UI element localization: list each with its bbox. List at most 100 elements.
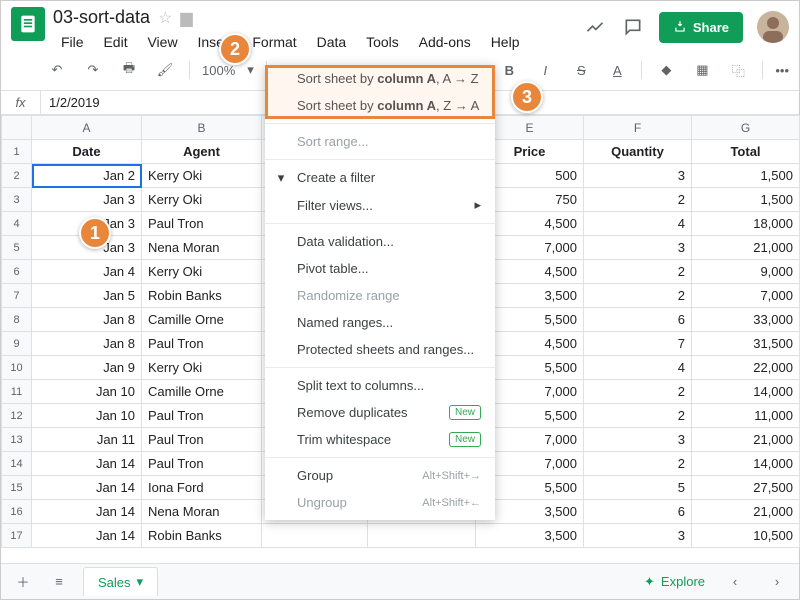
cell[interactable]: 11,000 xyxy=(692,404,800,428)
cell[interactable]: Jan 10 xyxy=(32,380,142,404)
menu-tools[interactable]: Tools xyxy=(358,30,407,54)
cell[interactable]: 18,000 xyxy=(692,212,800,236)
explore-button[interactable]: ✦Explore xyxy=(644,574,705,590)
cell[interactable]: Kerry Oki xyxy=(142,260,262,284)
dd-remove-duplicates[interactable]: Remove duplicatesNew xyxy=(265,399,495,426)
doc-title[interactable]: 03-sort-data xyxy=(53,7,150,28)
col-G[interactable]: G xyxy=(692,116,800,140)
cell[interactable]: 14,000 xyxy=(692,452,800,476)
redo-icon[interactable]: ↷ xyxy=(81,58,105,82)
cell[interactable]: 6 xyxy=(584,500,692,524)
cell[interactable]: Jan 14 xyxy=(32,500,142,524)
strike-icon[interactable]: S xyxy=(569,58,593,82)
dd-filter-views[interactable]: Filter views...▸ xyxy=(265,191,495,219)
cell[interactable]: Jan 8 xyxy=(32,332,142,356)
dd-protected[interactable]: Protected sheets and ranges... xyxy=(265,336,495,363)
cell[interactable] xyxy=(262,524,368,548)
cell[interactable]: 7 xyxy=(584,332,692,356)
text-color-icon[interactable]: A xyxy=(605,58,629,82)
cell[interactable]: Iona Ford xyxy=(142,476,262,500)
cell[interactable]: Kerry Oki xyxy=(142,188,262,212)
cell[interactable]: 6 xyxy=(584,308,692,332)
share-button[interactable]: Share xyxy=(659,12,743,43)
italic-icon[interactable]: I xyxy=(533,58,557,82)
nav-right-icon[interactable]: › xyxy=(765,570,789,594)
cell[interactable]: Robin Banks xyxy=(142,284,262,308)
menu-file[interactable]: File xyxy=(53,30,92,54)
cell[interactable]: 2 xyxy=(584,260,692,284)
dd-named-ranges[interactable]: Named ranges... xyxy=(265,309,495,336)
star-icon[interactable]: ☆ xyxy=(158,8,172,28)
comment-icon[interactable] xyxy=(621,15,645,39)
cell[interactable]: Kerry Oki xyxy=(142,164,262,188)
dd-data-validation[interactable]: Data validation... xyxy=(265,228,495,255)
undo-icon[interactable]: ↶ xyxy=(45,58,69,82)
all-sheets-icon[interactable]: ≡ xyxy=(47,570,71,594)
cell[interactable]: 1,500 xyxy=(692,188,800,212)
menu-edit[interactable]: Edit xyxy=(95,30,135,54)
cell[interactable]: 4 xyxy=(584,356,692,380)
cell[interactable]: Jan 9 xyxy=(32,356,142,380)
cell[interactable]: 5 xyxy=(584,476,692,500)
cell[interactable]: 22,000 xyxy=(692,356,800,380)
cell[interactable]: 33,000 xyxy=(692,308,800,332)
col-A[interactable]: A xyxy=(32,116,142,140)
cell[interactable]: Jan 8 xyxy=(32,308,142,332)
dd-trim-whitespace[interactable]: Trim whitespaceNew xyxy=(265,426,495,453)
avatar[interactable] xyxy=(757,11,789,43)
cell[interactable]: 3 xyxy=(584,164,692,188)
cell[interactable]: Jan 14 xyxy=(32,452,142,476)
dd-sort-az[interactable]: Sort sheet by column A, A → Z xyxy=(265,65,495,92)
cell[interactable]: 1,500 xyxy=(692,164,800,188)
folder-icon[interactable]: ▆ xyxy=(180,8,192,28)
cell[interactable]: Paul Tron xyxy=(142,212,262,236)
col-B[interactable]: B xyxy=(142,116,262,140)
cell[interactable]: 3 xyxy=(584,524,692,548)
more-icon[interactable]: ••• xyxy=(775,63,789,78)
cell[interactable]: 2 xyxy=(584,188,692,212)
cell[interactable]: Jan 2 xyxy=(32,164,142,188)
cell[interactable]: Paul Tron xyxy=(142,452,262,476)
cell[interactable]: 14,000 xyxy=(692,380,800,404)
menu-format[interactable]: Format xyxy=(244,30,304,54)
print-icon[interactable]: 🖶 xyxy=(117,58,141,82)
fill-icon[interactable]: ◆ xyxy=(654,58,678,82)
add-sheet-icon[interactable]: ＋ xyxy=(11,570,35,594)
col-F[interactable]: F xyxy=(584,116,692,140)
cell[interactable]: Jan 11 xyxy=(32,428,142,452)
dd-split-text[interactable]: Split text to columns... xyxy=(265,372,495,399)
cell[interactable]: Jan 14 xyxy=(32,524,142,548)
sheet-tab-sales[interactable]: Sales▾ xyxy=(83,567,158,596)
cell[interactable]: Jan 10 xyxy=(32,404,142,428)
cell[interactable]: 10,500 xyxy=(692,524,800,548)
paint-icon[interactable]: 🖌 xyxy=(153,58,177,82)
cell[interactable]: Paul Tron xyxy=(142,332,262,356)
borders-icon[interactable]: ▦ xyxy=(690,58,714,82)
cell[interactable]: Robin Banks xyxy=(142,524,262,548)
menu-addons[interactable]: Add-ons xyxy=(411,30,479,54)
merge-icon[interactable]: ⿻ xyxy=(726,58,750,82)
cell[interactable]: 2 xyxy=(584,404,692,428)
zoom-select[interactable]: 100% xyxy=(202,63,235,78)
dd-group[interactable]: GroupAlt+Shift+→ xyxy=(265,462,495,489)
cell[interactable]: Jan 4 xyxy=(32,260,142,284)
activity-icon[interactable] xyxy=(583,15,607,39)
cell[interactable]: Kerry Oki xyxy=(142,356,262,380)
cell[interactable]: Paul Tron xyxy=(142,428,262,452)
cell[interactable]: 27,500 xyxy=(692,476,800,500)
dd-pivot[interactable]: Pivot table... xyxy=(265,255,495,282)
fx-value[interactable]: 1/2/2019 xyxy=(41,91,108,114)
cell[interactable]: 3,500 xyxy=(476,524,584,548)
cell[interactable]: 4 xyxy=(584,212,692,236)
cell[interactable]: 2 xyxy=(584,380,692,404)
cell[interactable]: Paul Tron xyxy=(142,404,262,428)
cell[interactable]: 3 xyxy=(584,236,692,260)
cell[interactable]: Camille Orne xyxy=(142,380,262,404)
bold-icon[interactable]: B xyxy=(497,58,521,82)
dd-create-filter[interactable]: ▾Create a filter xyxy=(265,164,495,191)
cell[interactable]: Jan 5 xyxy=(32,284,142,308)
cell[interactable]: 21,000 xyxy=(692,236,800,260)
sheets-logo[interactable] xyxy=(11,7,45,41)
cell[interactable]: 7,000 xyxy=(692,284,800,308)
cell[interactable] xyxy=(368,524,476,548)
